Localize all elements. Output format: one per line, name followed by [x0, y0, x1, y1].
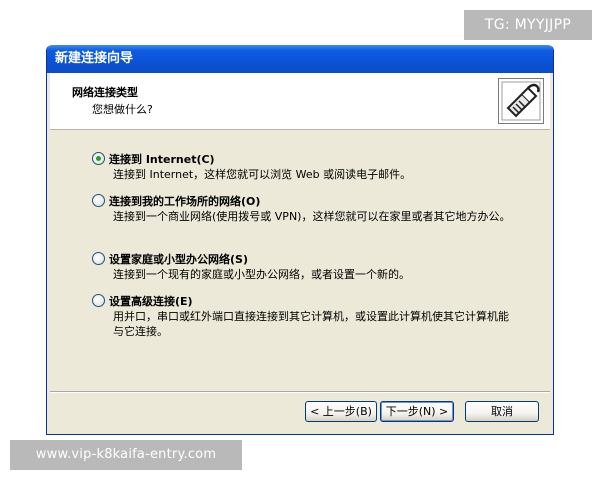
watermark-tag-bottom: www.vip-k8kaifa-entry.com: [10, 440, 242, 470]
option-label[interactable]: 连接到 Internet(C): [109, 151, 215, 167]
option-description: 连接到一个现有的家庭或小型办公网络，或者设置一个新的。: [113, 268, 410, 281]
back-button[interactable]: < 上一步(B): [305, 401, 377, 422]
header-title: 网络连接类型: [72, 86, 138, 99]
header-subtitle: 您想做什么?: [92, 103, 153, 116]
screenshot-stage: TG: MYYJJPP 新建连接向导 网络连接类型 您想做什么? 连接到 Int…: [0, 0, 600, 480]
radio-connect-internet[interactable]: [92, 152, 105, 165]
option-description: 连接到一个商业网络(使用拨号或 VPN)，这样您就可以在家里或者其它地方办公。: [113, 210, 511, 223]
option-description: 连接到 Internet，这样您就可以浏览 Web 或阅读电子邮件。: [113, 168, 412, 181]
new-connection-wizard-window: 新建连接向导 网络连接类型 您想做什么? 连接到 Internet(C) 连接到…: [46, 45, 554, 435]
radio-home-network[interactable]: [92, 252, 105, 265]
option-label[interactable]: 连接到我的工作场所的网络(O): [109, 193, 260, 209]
cancel-button[interactable]: 取消: [465, 401, 539, 422]
option-description: 用并口，串口或红外端口直接连接到其它计算机，或设置此计算机使其它计算机能与它连接…: [113, 310, 509, 338]
wizard-content: 连接到 Internet(C) 连接到 Internet，这样您就可以浏览 We…: [50, 131, 550, 391]
radio-connect-workplace[interactable]: [92, 194, 105, 207]
network-cable-icon: [498, 78, 544, 124]
next-button[interactable]: 下一步(N) >: [380, 401, 454, 422]
window-title: 新建连接向导: [55, 51, 134, 66]
footer-divider: [50, 391, 550, 393]
radio-advanced-connection[interactable]: [92, 294, 105, 307]
option-label[interactable]: 设置家庭或小型办公网络(S): [109, 251, 248, 267]
option-label[interactable]: 设置高级连接(E): [109, 293, 193, 309]
wizard-header: 网络连接类型 您想做什么?: [50, 73, 550, 130]
watermark-tag-top: TG: MYYJJPP: [464, 10, 592, 40]
window-titlebar[interactable]: 新建连接向导: [47, 45, 553, 73]
